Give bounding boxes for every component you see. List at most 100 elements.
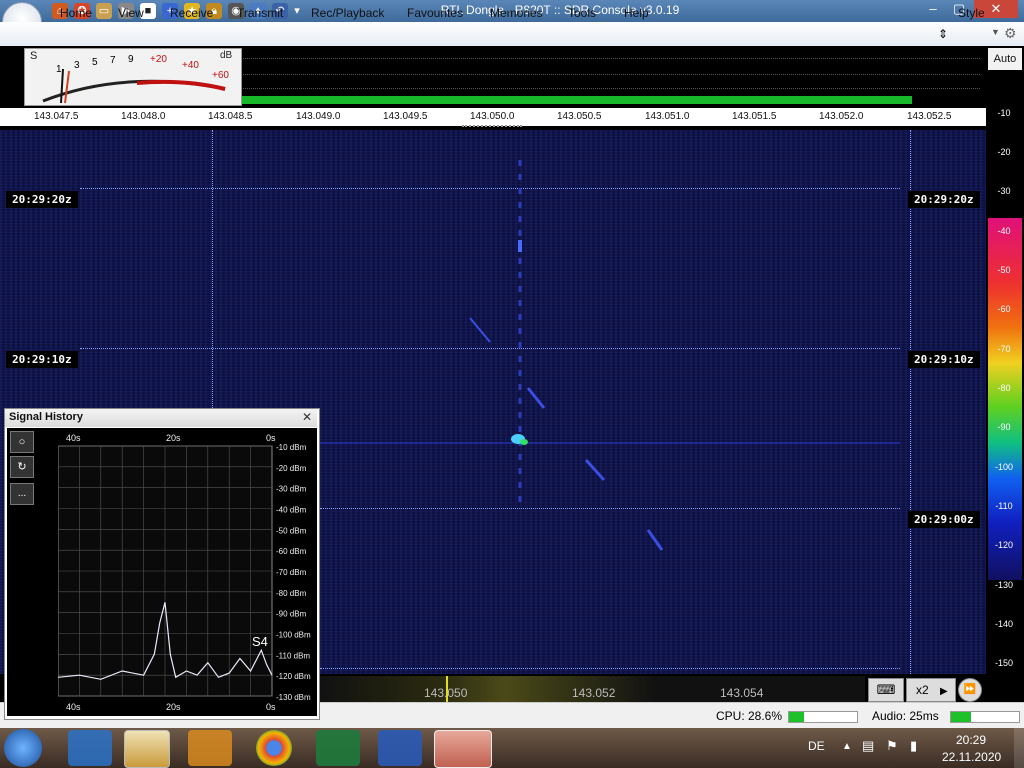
db-label: dB (220, 50, 233, 61)
style-chevron-icon[interactable]: ⇕ (938, 27, 948, 41)
tab-view[interactable]: View (118, 6, 144, 20)
refresh-icon[interactable]: ↻ (10, 456, 34, 478)
freq-tick: 143.047.5 (34, 111, 79, 122)
signal-history-close-button[interactable]: ✕ (302, 410, 312, 424)
s-scale-9: 9 (128, 54, 134, 65)
y-tick-label: -10 dBm (276, 444, 307, 452)
time-axis-label: 40s (66, 702, 81, 712)
time-label-right: 20:29:10z (908, 351, 980, 368)
y-tick-label: -70 dBm (276, 568, 307, 577)
level-tick: -150 (994, 658, 1013, 668)
signal-history-title: Signal History (9, 411, 83, 423)
time-label-left: 20:29:10z (6, 351, 78, 368)
tray-device-icon[interactable]: ▤ (862, 738, 874, 754)
style-dropdown-icon[interactable]: ▼ (991, 27, 1000, 37)
ruler-tick: 143.050 (424, 686, 468, 700)
tab-tools[interactable]: Tools (568, 6, 596, 20)
gear-icon[interactable]: ⚙ (1004, 25, 1017, 42)
y-tick-label: -20 dBm (276, 464, 307, 473)
ribbon-tabs (0, 22, 1024, 47)
level-tick: -70 (997, 344, 1011, 354)
time-label-right: 20:29:20z (908, 191, 980, 208)
tab-transmit[interactable]: Transmit (237, 6, 283, 20)
s-scale-1: 1 (56, 64, 62, 75)
tab-rec-playback[interactable]: Rec/Playback (311, 6, 384, 20)
keyboard-icon[interactable]: ⌨ (868, 678, 904, 702)
zoom-label: x2 (916, 683, 929, 697)
explorer-icon[interactable] (124, 730, 170, 768)
style-menu[interactable]: Style (958, 6, 985, 20)
sdr-console-taskbar-item[interactable] (434, 730, 492, 768)
tab-help[interactable]: Help (624, 6, 649, 20)
record-icon[interactable]: ○ (10, 431, 34, 453)
freq-tick: 143.048.0 (121, 111, 166, 122)
chrome-icon[interactable] (256, 730, 292, 766)
y-tick-label: -100 dBm (276, 631, 311, 640)
audio-status: Audio: 25ms (872, 709, 939, 723)
s-scale-plus40: +40 (182, 60, 199, 71)
level-tick: -100 (994, 462, 1013, 472)
level-tick: -50 (997, 265, 1011, 275)
time-axis-label: 0s (266, 433, 276, 443)
time-axis-label: 40s (66, 433, 81, 443)
tab-memories[interactable]: Memories (490, 6, 543, 20)
drag-handle[interactable] (462, 125, 522, 127)
s-scale-3: 3 (74, 60, 80, 71)
tab-home[interactable]: Home (60, 6, 92, 20)
level-tick: -60 (997, 304, 1011, 314)
s-label: S (30, 50, 38, 62)
clock-time[interactable]: 20:29 (956, 733, 986, 747)
freq-tick: 143.052.0 (819, 111, 864, 122)
auto-button[interactable]: Auto (988, 48, 1022, 70)
word-icon[interactable] (378, 730, 422, 766)
level-tick: -130 (994, 580, 1013, 590)
level-tick: -40 (997, 226, 1011, 236)
s-scale-plus20: +20 (150, 54, 167, 65)
y-tick-label: -30 dBm (276, 485, 307, 494)
zoom-button[interactable]: x2 ▶ (906, 678, 956, 702)
signal-history-chart: -10 dBm -20 dBm -30 dBm -40 dBm -50 dBm -60 d… (58, 444, 311, 700)
level-tick: -20 (997, 147, 1011, 157)
level-tick: -110 (995, 501, 1013, 511)
time-axis-label: 0s (266, 702, 276, 712)
time-axis-label: 20s (166, 702, 181, 712)
start-button[interactable] (4, 729, 42, 767)
freq-tick: 143.052.5 (907, 111, 952, 122)
level-tick: -80 (997, 383, 1011, 393)
skip-icon[interactable]: ⏩ (958, 678, 982, 702)
freq-tick: 143.048.5 (208, 111, 253, 122)
freq-tick: 143.049.0 (296, 111, 341, 122)
strip-grid-line (240, 88, 980, 89)
clock-date[interactable]: 22.11.2020 (942, 750, 1001, 764)
level-tick: -140 (994, 619, 1013, 629)
ie-icon[interactable] (68, 730, 112, 766)
level-tick: -30 (997, 186, 1011, 196)
network-icon[interactable]: ▮ (910, 738, 917, 754)
language-indicator[interactable]: DE (808, 739, 825, 753)
s-reading: S4 (252, 634, 268, 649)
strip-grid-line (240, 58, 980, 59)
level-tick: -120 (994, 540, 1013, 550)
show-desktop-button[interactable] (1014, 728, 1024, 768)
s-scale-5: 5 (92, 57, 98, 68)
tray-arrow-icon[interactable]: ▲ (842, 741, 852, 752)
flag-icon[interactable]: ⚑ (886, 738, 898, 754)
ruler-tick: 143.052 (572, 686, 616, 700)
signal-bar (240, 96, 912, 104)
freq-tick: 143.050.0 (470, 111, 515, 122)
excel-icon[interactable] (316, 730, 360, 766)
time-label-left: 20:29:20z (6, 191, 78, 208)
tab-favourites[interactable]: Favourites (407, 6, 463, 20)
more-button[interactable]: ... (10, 483, 34, 505)
folder-icon[interactable]: ▭ (96, 3, 112, 19)
media-player-icon[interactable] (188, 730, 232, 766)
time-axis-label: 20s (166, 433, 181, 443)
cpu-meter (788, 711, 858, 723)
freq-tick: 143.050.5 (557, 111, 602, 122)
y-tick-label: -90 dBm (276, 610, 307, 619)
tab-receive[interactable]: Receive (170, 6, 213, 20)
y-tick-label: -130 dBm (276, 693, 311, 700)
audio-meter (950, 711, 1020, 723)
y-tick-label: -80 dBm (276, 589, 307, 598)
play-small-icon: ▶ (940, 686, 948, 697)
